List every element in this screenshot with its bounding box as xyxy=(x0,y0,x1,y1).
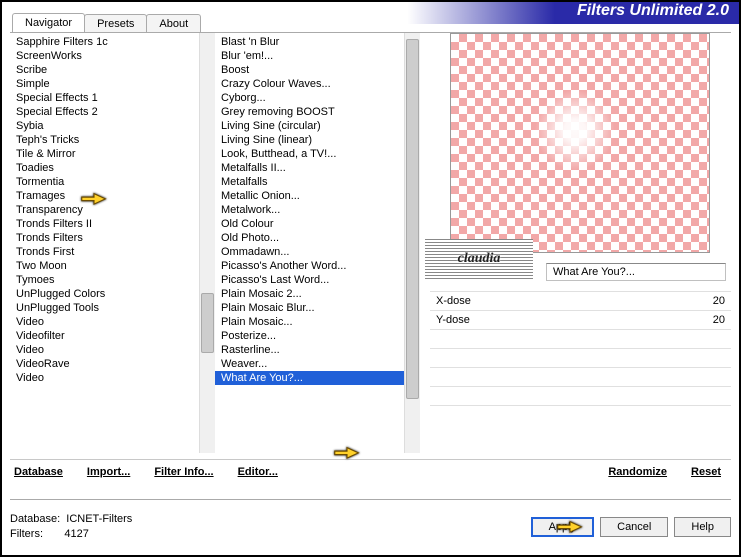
param-value: 20 xyxy=(695,295,725,307)
list-item[interactable]: Boost xyxy=(215,63,404,77)
list-item[interactable]: VideoRave xyxy=(10,357,199,371)
import-link[interactable]: Import... xyxy=(87,466,130,478)
apply-button[interactable]: Apply xyxy=(531,517,595,537)
tab-strip: Navigator Presets About xyxy=(12,13,200,32)
list-item[interactable]: Tronds Filters xyxy=(10,231,199,245)
list-item[interactable]: Ommadawn... xyxy=(215,245,404,259)
list-item[interactable]: Grey removing BOOST xyxy=(215,105,404,119)
list-item[interactable]: Plain Mosaic 2... xyxy=(215,287,404,301)
list-item[interactable]: Tormentia xyxy=(10,175,199,189)
filters-label: Filters: xyxy=(10,528,43,540)
parameter-row-empty xyxy=(430,349,731,368)
list-item[interactable]: Teph's Tricks xyxy=(10,133,199,147)
editor-link[interactable]: Editor... xyxy=(238,466,278,478)
list-item[interactable]: Living Sine (linear) xyxy=(215,133,404,147)
list-item[interactable]: Picasso's Another Word... xyxy=(215,259,404,273)
tab-presets[interactable]: Presets xyxy=(84,14,147,33)
list-item[interactable]: Metalfalls xyxy=(215,175,404,189)
list-item[interactable]: Living Sine (circular) xyxy=(215,119,404,133)
list-item[interactable]: UnPlugged Tools xyxy=(10,301,199,315)
list-item[interactable]: Special Effects 1 xyxy=(10,91,199,105)
list-item[interactable]: Old Colour xyxy=(215,217,404,231)
category-list-pane: Sapphire Filters 1cScreenWorksScribeSimp… xyxy=(10,33,215,453)
category-scrollbar[interactable] xyxy=(199,33,215,453)
list-item[interactable]: Plain Mosaic... xyxy=(215,315,404,329)
cancel-button[interactable]: Cancel xyxy=(600,517,668,537)
footer-bar: Database: ICNET-Filters Filters: 4127 Ap… xyxy=(10,499,731,547)
filter-info-link[interactable]: Filter Info... xyxy=(154,466,213,478)
parameter-row[interactable]: X-dose 20 xyxy=(430,292,731,311)
watermark-overlay: claudia xyxy=(425,239,533,279)
category-list[interactable]: Sapphire Filters 1cScreenWorksScribeSimp… xyxy=(10,33,199,453)
parameter-row[interactable]: Y-dose 20 xyxy=(430,311,731,330)
app-title: Filters Unlimited 2.0 xyxy=(577,2,729,20)
parameter-table: X-dose 20 Y-dose 20 xyxy=(430,291,731,406)
list-item[interactable]: Sybia xyxy=(10,119,199,133)
list-item[interactable]: Rasterline... xyxy=(215,343,404,357)
link-row: Database Import... Filter Info... Editor… xyxy=(10,459,731,478)
footer-info: Database: ICNET-Filters Filters: 4127 xyxy=(10,512,132,542)
list-item[interactable]: Video xyxy=(10,371,199,385)
help-button[interactable]: Help xyxy=(674,517,731,537)
preview-image xyxy=(450,33,710,253)
param-name: Y-dose xyxy=(436,314,470,326)
list-item[interactable]: Tymoes xyxy=(10,273,199,287)
list-item[interactable]: Tronds Filters II xyxy=(10,217,199,231)
list-item[interactable]: ScreenWorks xyxy=(10,49,199,63)
reset-link[interactable]: Reset xyxy=(691,466,721,478)
database-link[interactable]: Database xyxy=(14,466,63,478)
list-item[interactable]: Video xyxy=(10,315,199,329)
filter-scrollbar[interactable] xyxy=(404,33,420,453)
list-item[interactable]: Picasso's Last Word... xyxy=(215,273,404,287)
list-item[interactable]: What Are You?... xyxy=(215,371,404,385)
filter-list[interactable]: Blast 'n BlurBlur 'em!...BoostCrazy Colo… xyxy=(215,33,404,453)
list-item[interactable]: UnPlugged Colors xyxy=(10,287,199,301)
list-item[interactable]: Plain Mosaic Blur... xyxy=(215,301,404,315)
filters-value: 4127 xyxy=(64,528,88,540)
filter-name-field[interactable]: What Are You?... xyxy=(546,263,726,281)
list-item[interactable]: Weaver... xyxy=(215,357,404,371)
list-item[interactable]: Two Moon xyxy=(10,259,199,273)
tab-about[interactable]: About xyxy=(146,14,201,33)
list-item[interactable]: Blur 'em!... xyxy=(215,49,404,63)
list-item[interactable]: Sapphire Filters 1c xyxy=(10,35,199,49)
list-item[interactable]: Cyborg... xyxy=(215,91,404,105)
param-name: X-dose xyxy=(436,295,471,307)
list-item[interactable]: Video xyxy=(10,343,199,357)
list-item[interactable]: Tile & Mirror xyxy=(10,147,199,161)
list-item[interactable]: Posterize... xyxy=(215,329,404,343)
list-item[interactable]: Special Effects 2 xyxy=(10,105,199,119)
list-item[interactable]: Metallic Onion... xyxy=(215,189,404,203)
list-item[interactable]: Videofilter xyxy=(10,329,199,343)
list-item[interactable]: Metalwork... xyxy=(215,203,404,217)
list-item[interactable]: Crazy Colour Waves... xyxy=(215,77,404,91)
list-item[interactable]: Toadies xyxy=(10,161,199,175)
list-item[interactable]: Look, Butthead, a TV!... xyxy=(215,147,404,161)
list-item[interactable]: Tronds First xyxy=(10,245,199,259)
list-item[interactable]: Simple xyxy=(10,77,199,91)
list-item[interactable]: Transparency xyxy=(10,203,199,217)
db-label: Database: xyxy=(10,513,60,525)
list-item[interactable]: Metalfalls II... xyxy=(215,161,404,175)
tab-navigator[interactable]: Navigator xyxy=(12,13,85,32)
list-item[interactable]: Blast 'n Blur xyxy=(215,35,404,49)
parameter-row-empty xyxy=(430,387,731,406)
main-panel: Sapphire Filters 1cScreenWorksScribeSimp… xyxy=(10,32,731,489)
db-value: ICNET-Filters xyxy=(66,513,132,525)
list-item[interactable]: Tramages xyxy=(10,189,199,203)
randomize-link[interactable]: Randomize xyxy=(608,466,667,478)
list-item[interactable]: Old Photo... xyxy=(215,231,404,245)
parameter-row-empty xyxy=(430,330,731,349)
parameter-row-empty xyxy=(430,368,731,387)
param-value: 20 xyxy=(695,314,725,326)
filter-list-pane: Blast 'n BlurBlur 'em!...BoostCrazy Colo… xyxy=(215,33,420,453)
list-item[interactable]: Scribe xyxy=(10,63,199,77)
